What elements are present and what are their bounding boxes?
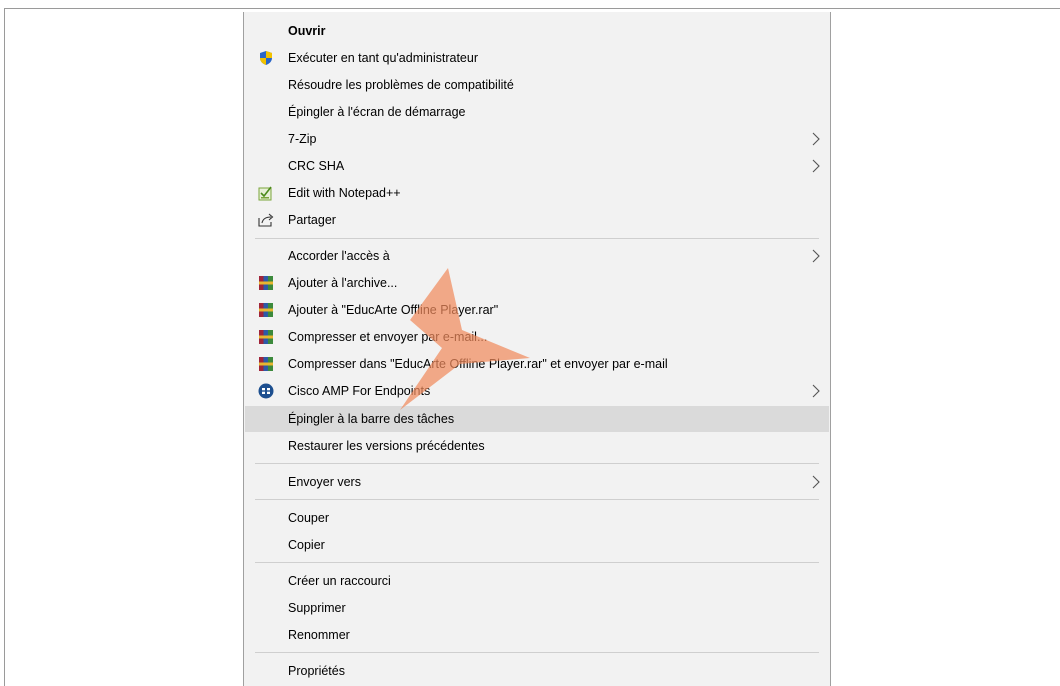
menu-item-label: Épingler à la barre des tâches — [288, 412, 455, 426]
uac-shield-icon — [257, 49, 275, 67]
menu-item-label: Ajouter à "EducArte Offline Player.rar" — [288, 303, 499, 317]
menu-item-edit-notepadpp[interactable]: Edit with Notepad++ — [245, 180, 829, 206]
menu-separator — [255, 463, 819, 464]
menu-item-label: Résoudre les problèmes de compatibilité — [288, 78, 514, 92]
context-menu: Ouvrir Exécuter en tant qu'administrateu… — [243, 12, 831, 686]
chevron-right-icon — [812, 159, 820, 173]
menu-separator — [255, 499, 819, 500]
menu-item-label: Envoyer vers — [288, 475, 361, 489]
menu-item-label: Couper — [288, 511, 329, 525]
menu-item-label: Ouvrir — [288, 24, 326, 38]
menu-item-label: CRC SHA — [288, 159, 345, 173]
menu-item-send-to[interactable]: Envoyer vers — [245, 469, 829, 495]
menu-item-rename[interactable]: Renommer — [245, 622, 829, 648]
menu-item-create-shortcut[interactable]: Créer un raccourci — [245, 568, 829, 594]
menu-item-copy[interactable]: Copier — [245, 532, 829, 558]
menu-item-label: Compresser dans "EducArte Offline Player… — [288, 357, 668, 371]
menu-item-label: Restaurer les versions précédentes — [288, 439, 485, 453]
menu-item-troubleshoot-compatibility[interactable]: Résoudre les problèmes de compatibilité — [245, 72, 829, 98]
menu-item-compress-to-rar-and-email[interactable]: Compresser dans "EducArte Offline Player… — [245, 351, 829, 377]
winrar-icon — [257, 274, 275, 292]
menu-item-label: Épingler à l'écran de démarrage — [288, 105, 466, 119]
menu-item-run-as-admin[interactable]: Exécuter en tant qu'administrateur — [245, 45, 829, 71]
menu-item-add-to-archive[interactable]: Ajouter à l'archive... — [245, 270, 829, 296]
menu-item-open[interactable]: Ouvrir — [245, 18, 829, 44]
menu-item-cisco-amp[interactable]: Cisco AMP For Endpoints — [245, 378, 829, 404]
chevron-right-icon — [812, 475, 820, 489]
menu-item-pin-to-start[interactable]: Épingler à l'écran de démarrage — [245, 99, 829, 125]
chevron-right-icon — [812, 132, 820, 146]
menu-item-label: Partager — [288, 213, 336, 227]
menu-separator — [255, 562, 819, 563]
menu-item-cut[interactable]: Couper — [245, 505, 829, 531]
menu-item-label: Créer un raccourci — [288, 574, 391, 588]
cisco-amp-icon — [257, 382, 275, 400]
share-icon — [257, 211, 275, 229]
winrar-icon — [257, 328, 275, 346]
menu-item-add-to-rar[interactable]: Ajouter à "EducArte Offline Player.rar" — [245, 297, 829, 323]
menu-item-label: Ajouter à l'archive... — [288, 276, 398, 290]
menu-item-label: Edit with Notepad++ — [288, 186, 401, 200]
menu-item-label: 7-Zip — [288, 132, 317, 146]
menu-item-label: Compresser et envoyer par e-mail... — [288, 330, 488, 344]
menu-item-properties[interactable]: Propriétés — [245, 658, 829, 684]
notepadpp-icon — [257, 184, 275, 202]
chevron-right-icon — [812, 249, 820, 263]
menu-item-label: Propriétés — [288, 664, 345, 678]
winrar-icon — [257, 301, 275, 319]
menu-item-delete[interactable]: Supprimer — [245, 595, 829, 621]
menu-item-label: Exécuter en tant qu'administrateur — [288, 51, 478, 65]
menu-item-7zip[interactable]: 7-Zip — [245, 126, 829, 152]
menu-item-share[interactable]: Partager — [245, 207, 829, 233]
winrar-icon — [257, 355, 275, 373]
menu-item-restore-previous-versions[interactable]: Restaurer les versions précédentes — [245, 433, 829, 459]
menu-item-label: Renommer — [288, 628, 350, 642]
menu-item-give-access[interactable]: Accorder l'accès à — [245, 243, 829, 269]
menu-item-compress-and-email[interactable]: Compresser et envoyer par e-mail... — [245, 324, 829, 350]
menu-item-pin-to-taskbar[interactable]: Épingler à la barre des tâches — [245, 406, 829, 432]
menu-item-label: Supprimer — [288, 601, 346, 615]
menu-item-crc-sha[interactable]: CRC SHA — [245, 153, 829, 179]
chevron-right-icon — [812, 384, 820, 398]
menu-item-label: Copier — [288, 538, 325, 552]
menu-separator — [255, 238, 819, 239]
menu-item-label: Cisco AMP For Endpoints — [288, 384, 431, 398]
menu-item-label: Accorder l'accès à — [288, 249, 390, 263]
menu-separator — [255, 652, 819, 653]
